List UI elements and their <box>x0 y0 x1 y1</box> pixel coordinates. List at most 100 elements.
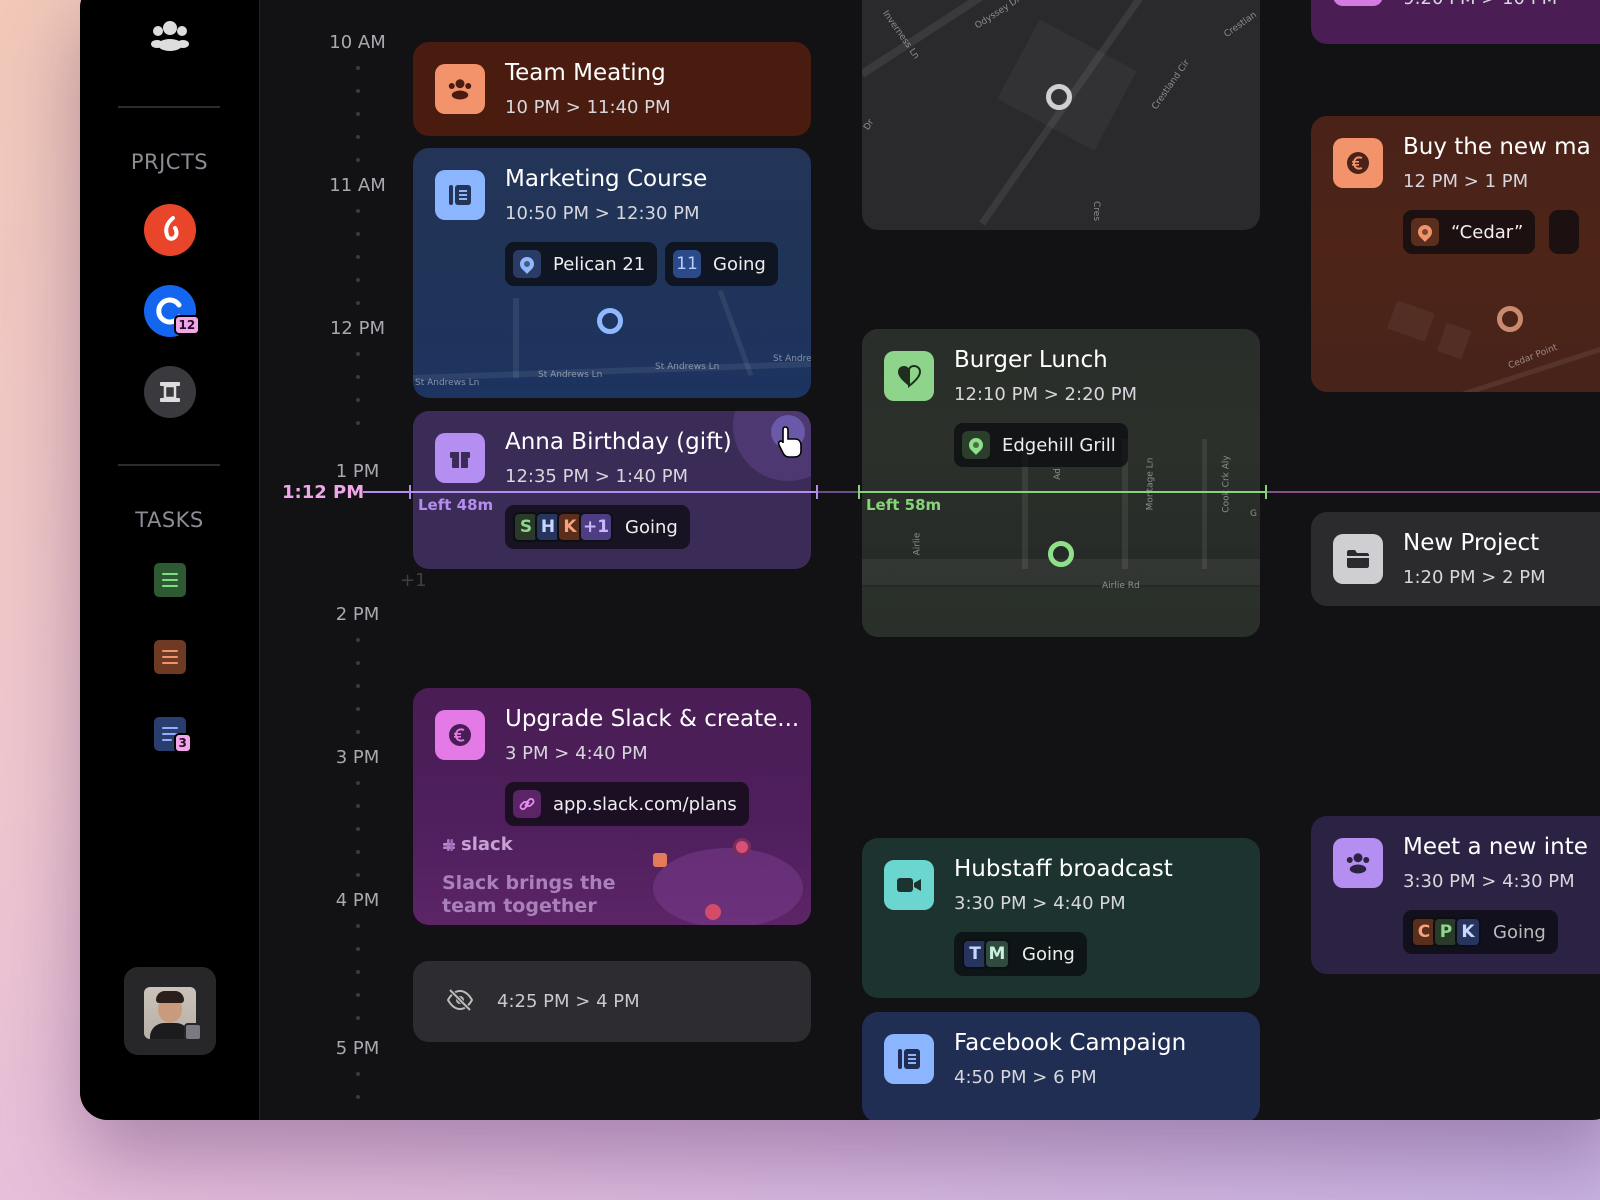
event-upgrade-slack[interactable]: Upgrade Slack & create... 3 PM > 4:40 PM… <box>413 688 811 925</box>
attendees-chip[interactable]: TM Going <box>954 932 1087 976</box>
hour-label: 5 PM <box>335 1038 380 1059</box>
map-building <box>997 19 1137 151</box>
event-burger-lunch[interactable]: Airlie Rd Montage Ln Cook Crk Aly Airlie… <box>862 329 1260 637</box>
sidebar-divider <box>118 106 220 108</box>
event-time: 12:35 PM > 1:40 PM <box>505 466 689 487</box>
team-icon <box>435 64 485 114</box>
current-time-line <box>409 485 818 499</box>
location-marker <box>1048 541 1074 567</box>
orange-project-icon[interactable] <box>143 204 196 256</box>
attendance-status: Going <box>1022 943 1075 965</box>
street-name: Crestland Cir <box>1150 58 1192 112</box>
world-map-graphic <box>653 848 803 925</box>
attendance-status: Going <box>625 516 678 538</box>
attendee-avatar: K <box>1455 917 1481 947</box>
event-time: 12:10 PM > 2:20 PM <box>954 384 1138 405</box>
street-name: Crestlan <box>1222 10 1259 40</box>
hour-dots <box>356 781 360 896</box>
team-icon[interactable] <box>150 18 190 56</box>
event-anna-birthday[interactable]: Anna Birthday (gift) 12:35 PM > 1:40 PM … <box>413 411 811 569</box>
pin-icon <box>1411 218 1439 246</box>
attendees-chip[interactable]: S H K +1 Going <box>505 505 690 549</box>
blue-project-item[interactable]: 12 <box>143 285 201 337</box>
event-time: 3 PM > 4:40 PM <box>505 743 648 764</box>
attendee-count: 11 <box>673 250 701 278</box>
street-name: Ad <box>1052 468 1063 480</box>
user-avatar-button[interactable] <box>124 967 216 1055</box>
street-name: Odyssey Dr <box>973 0 1023 32</box>
street-name: Cres <box>1091 200 1102 222</box>
slack-promo-text: Slack brings the team together <box>442 872 616 917</box>
eye-off-icon <box>446 988 474 1012</box>
street-name: G <box>1250 509 1257 519</box>
task-count-badge: 3 <box>173 733 192 753</box>
map-road <box>513 298 519 378</box>
event-title: New Project <box>1403 530 1540 556</box>
location-chip[interactable]: Edgehill Grill <box>954 423 1128 467</box>
map-avatar-pin <box>653 853 667 867</box>
current-time-line <box>858 485 1267 499</box>
slack-brand-text: slack <box>461 834 513 855</box>
event-facebook-campaign[interactable]: Facebook Campaign 4:50 PM > 6 PM <box>862 1012 1260 1120</box>
event-hidden[interactable]: 4:25 PM > 4 PM <box>413 961 811 1042</box>
project-count-badge: 12 <box>173 315 201 335</box>
event-time: 10:50 PM > 12:30 PM <box>505 203 700 224</box>
task-list-green-icon[interactable] <box>153 563 186 597</box>
event-meet-new[interactable]: Meet a new inte 3:30 PM > 4:30 PM CPK Go… <box>1311 816 1600 974</box>
event-time: 4:25 PM > 4 PM <box>497 991 640 1012</box>
extra-chip[interactable] <box>1549 210 1579 254</box>
current-time-label: 1:12 PM <box>282 482 365 503</box>
event-new-project[interactable]: New Project 1:20 PM > 2 PM <box>1311 512 1600 606</box>
map-building <box>1387 300 1435 342</box>
hour-dots <box>356 1072 360 1118</box>
event-hubstaff-broadcast[interactable]: Hubstaff broadcast 3:30 PM > 4:40 PM TM … <box>862 838 1260 998</box>
attendance-status: Going <box>1493 921 1546 943</box>
attendees-chip[interactable]: 11 Going <box>665 242 778 286</box>
link-chip[interactable]: app.slack.com/plans <box>505 782 749 826</box>
attendance-status: Going <box>713 253 766 275</box>
task-list-blue-item[interactable]: 3 <box>153 717 192 753</box>
hour-dots <box>356 638 360 753</box>
attendee-avatars: CPK <box>1411 917 1481 947</box>
map-building <box>1436 322 1472 360</box>
euro-icon <box>435 710 485 760</box>
video-icon <box>884 860 934 910</box>
gift-icon <box>435 433 485 483</box>
location-text: “Cedar” <box>1451 221 1524 243</box>
event-top-right[interactable]: 9:20 PM > 10 PM <box>1311 0 1600 44</box>
gray-project-icon[interactable] <box>143 366 196 418</box>
map-card[interactable]: Inverness Ln Odyssey Dr Crestland Cir Cr… <box>862 0 1260 230</box>
event-title: Team Meating <box>505 60 666 86</box>
location-marker <box>1046 84 1072 110</box>
slack-icon <box>443 838 455 851</box>
street-name: Cook Crk Aly <box>1221 455 1232 513</box>
street-name: Dr <box>862 117 877 133</box>
event-time: 3:30 PM > 4:40 PM <box>954 893 1126 914</box>
event-marketing-course[interactable]: St Andrews Ln St Andrews Ln St Andrews L… <box>413 148 811 398</box>
map-avatar-pin <box>705 904 721 920</box>
location-chip[interactable]: Pelican 21 <box>505 242 658 286</box>
notes-icon <box>884 1034 934 1084</box>
map-park <box>862 587 1260 637</box>
projects-heading: PRJCTS <box>130 150 209 174</box>
location-text: Edgehill Grill <box>1002 434 1116 456</box>
event-team-meeting[interactable]: Team Meating 10 PM > 11:40 PM <box>413 42 811 136</box>
event-title: Meet a new inte <box>1403 834 1588 860</box>
hour-dots <box>356 209 360 324</box>
app-window: PRJCTS 12 TASKS 3 10 AM 11 AM 12 PM 1 PM… <box>80 0 1600 1120</box>
time-left-label: Left 48m <box>418 496 494 514</box>
task-list-orange-icon[interactable] <box>153 640 186 674</box>
notes-icon <box>435 170 485 220</box>
hour-label: 2 PM <box>335 604 380 625</box>
map-avatar-pin <box>733 838 751 856</box>
event-buy-new[interactable]: Cedar Point Buy the new ma 12 PM > 1 PM … <box>1311 116 1600 392</box>
attendees-chip[interactable]: CPK Going <box>1403 910 1558 954</box>
map-road <box>1202 439 1207 569</box>
event-time: 12 PM > 1 PM <box>1403 171 1529 192</box>
link-icon <box>513 790 541 818</box>
street-name: St Andrews Ln <box>655 362 720 372</box>
location-marker <box>597 308 623 334</box>
current-time-line <box>818 491 858 493</box>
location-chip[interactable]: “Cedar” <box>1403 210 1536 254</box>
heart-icon <box>884 351 934 401</box>
